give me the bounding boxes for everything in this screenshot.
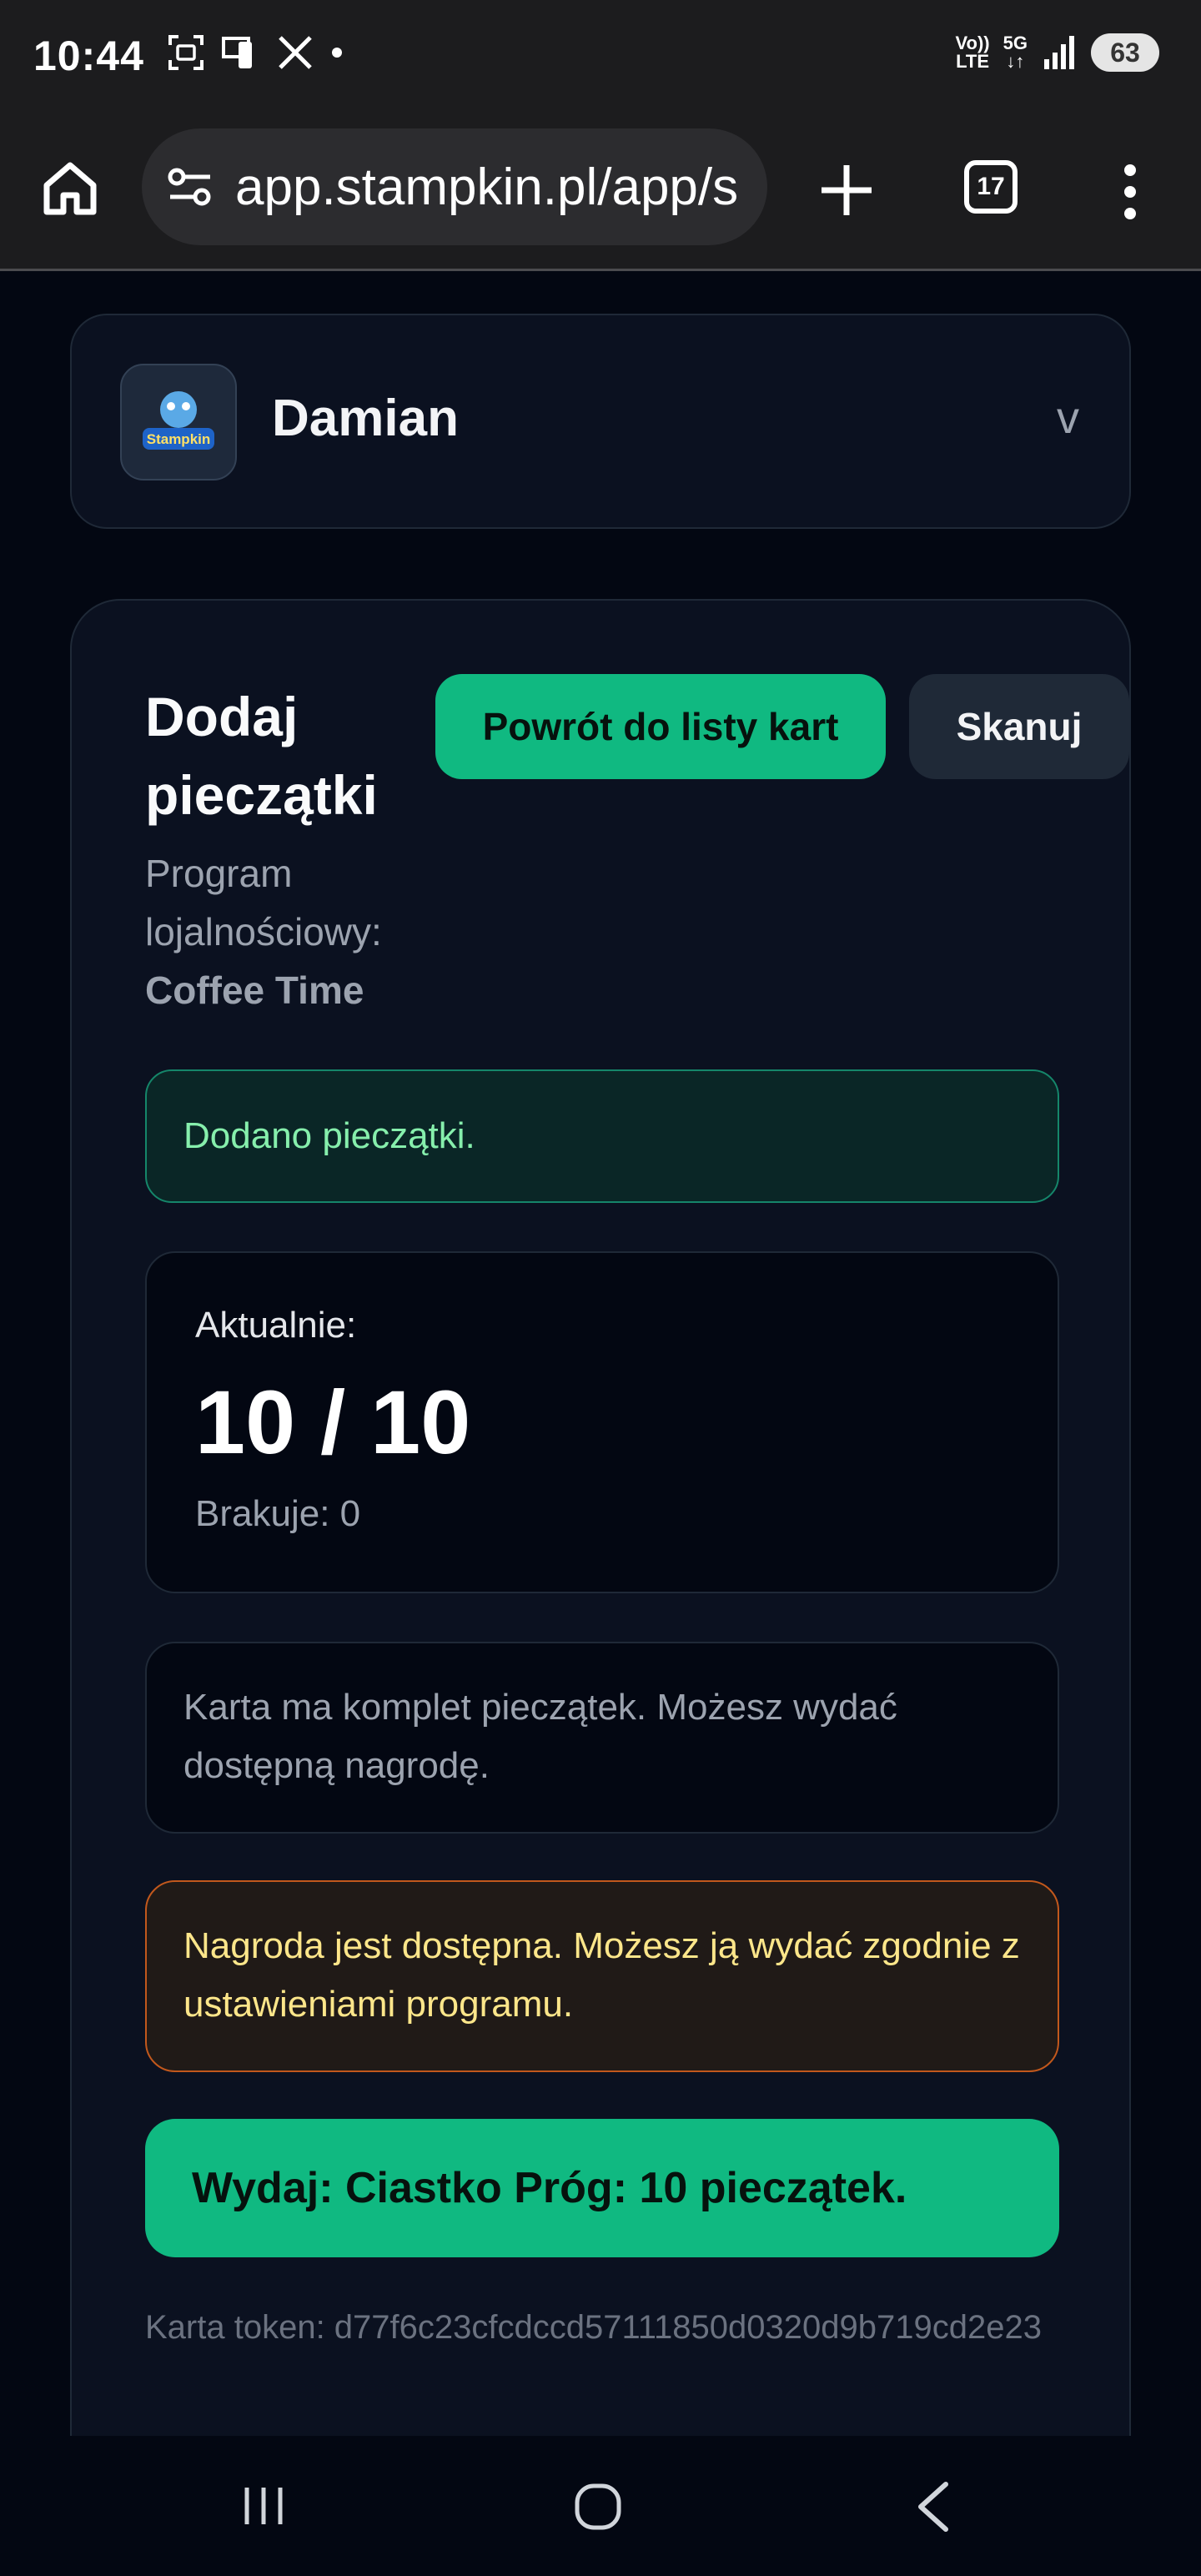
network-indicator: 5G ↓↑: [1003, 34, 1028, 71]
site-settings-icon[interactable]: [165, 162, 215, 212]
scan-button[interactable]: Skanuj: [909, 674, 1129, 779]
data-arrows-icon: ↓↑: [1006, 51, 1025, 72]
avatar: Stampkin: [120, 364, 237, 480]
counter-value: 10 / 10: [195, 1371, 471, 1472]
device-icon: [222, 37, 252, 68]
home-nav-icon[interactable]: [574, 2483, 622, 2531]
screenshot-icon: [168, 35, 204, 70]
redeem-reward-button[interactable]: Wydaj: Ciastko Próg: 10 pieczątek.: [145, 2119, 1059, 2257]
address-bar[interactable]: app.stampkin.pl/app/s: [142, 128, 767, 245]
tab-count: 17: [977, 173, 1005, 200]
add-stamps-card: Dodaj pieczątki Powrót do listy kart Ska…: [70, 599, 1131, 2576]
signal-icon: [1044, 36, 1074, 69]
info-message: Karta ma komplet pieczątek. Możesz wydać…: [145, 1642, 1059, 1834]
status-right-icons: Vo)) LTE 5G ↓↑ 63: [956, 33, 1159, 72]
new-tab-icon[interactable]: [813, 157, 880, 224]
x-icon: [279, 36, 312, 69]
success-alert: Dodano pieczątki.: [145, 1069, 1059, 1203]
logo-text: Stampkin: [147, 431, 211, 447]
more-menu-icon[interactable]: [1109, 158, 1151, 225]
status-bar: 10:44 Vo)) LTE 5G ↓↑ 63: [0, 0, 1201, 117]
chevron-down-icon[interactable]: v: [1057, 392, 1079, 444]
status-left-icons: [167, 33, 345, 72]
page-title: Dodaj pieczątki: [145, 686, 378, 826]
program-name: Coffee Time: [145, 969, 364, 1012]
counter-label: Aktualnie:: [195, 1305, 357, 1346]
program-label: Program lojalnościowy:: [145, 852, 382, 953]
card-token: Karta token: d77f6c23cfcdccd57111850d032…: [145, 2309, 1042, 2346]
status-time: 10:44: [33, 33, 144, 79]
back-to-cards-button[interactable]: Powrót do listy kart: [435, 674, 886, 779]
home-icon[interactable]: [40, 158, 100, 219]
tab-switcher-button[interactable]: 17: [964, 160, 1018, 214]
volte-indicator: Vo)) LTE: [956, 34, 990, 71]
dot-icon: [332, 48, 342, 58]
reward-available-alert: Nagroda jest dostępna. Możesz ją wydać z…: [145, 1880, 1059, 2072]
program-info: Program lojalnościowy: Coffee Time: [145, 844, 429, 1019]
back-nav-icon[interactable]: [914, 2481, 951, 2533]
profile-card[interactable]: Stampkin Damian v: [70, 314, 1131, 529]
missing-count: Brakuje: 0: [195, 1493, 361, 1534]
recent-apps-icon[interactable]: [240, 2484, 287, 2528]
system-nav-bar: [0, 2436, 1201, 2576]
url-text[interactable]: app.stampkin.pl/app/s: [235, 158, 738, 217]
stampkin-logo: Stampkin: [143, 391, 214, 450]
battery-indicator: 63: [1091, 33, 1159, 72]
volte-bottom: LTE: [956, 51, 990, 72]
browser-toolbar: app.stampkin.pl/app/s 17: [0, 117, 1201, 271]
profile-name: Damian: [272, 390, 459, 447]
stamp-counter: Aktualnie: 10 / 10 Brakuje: 0: [145, 1251, 1059, 1593]
